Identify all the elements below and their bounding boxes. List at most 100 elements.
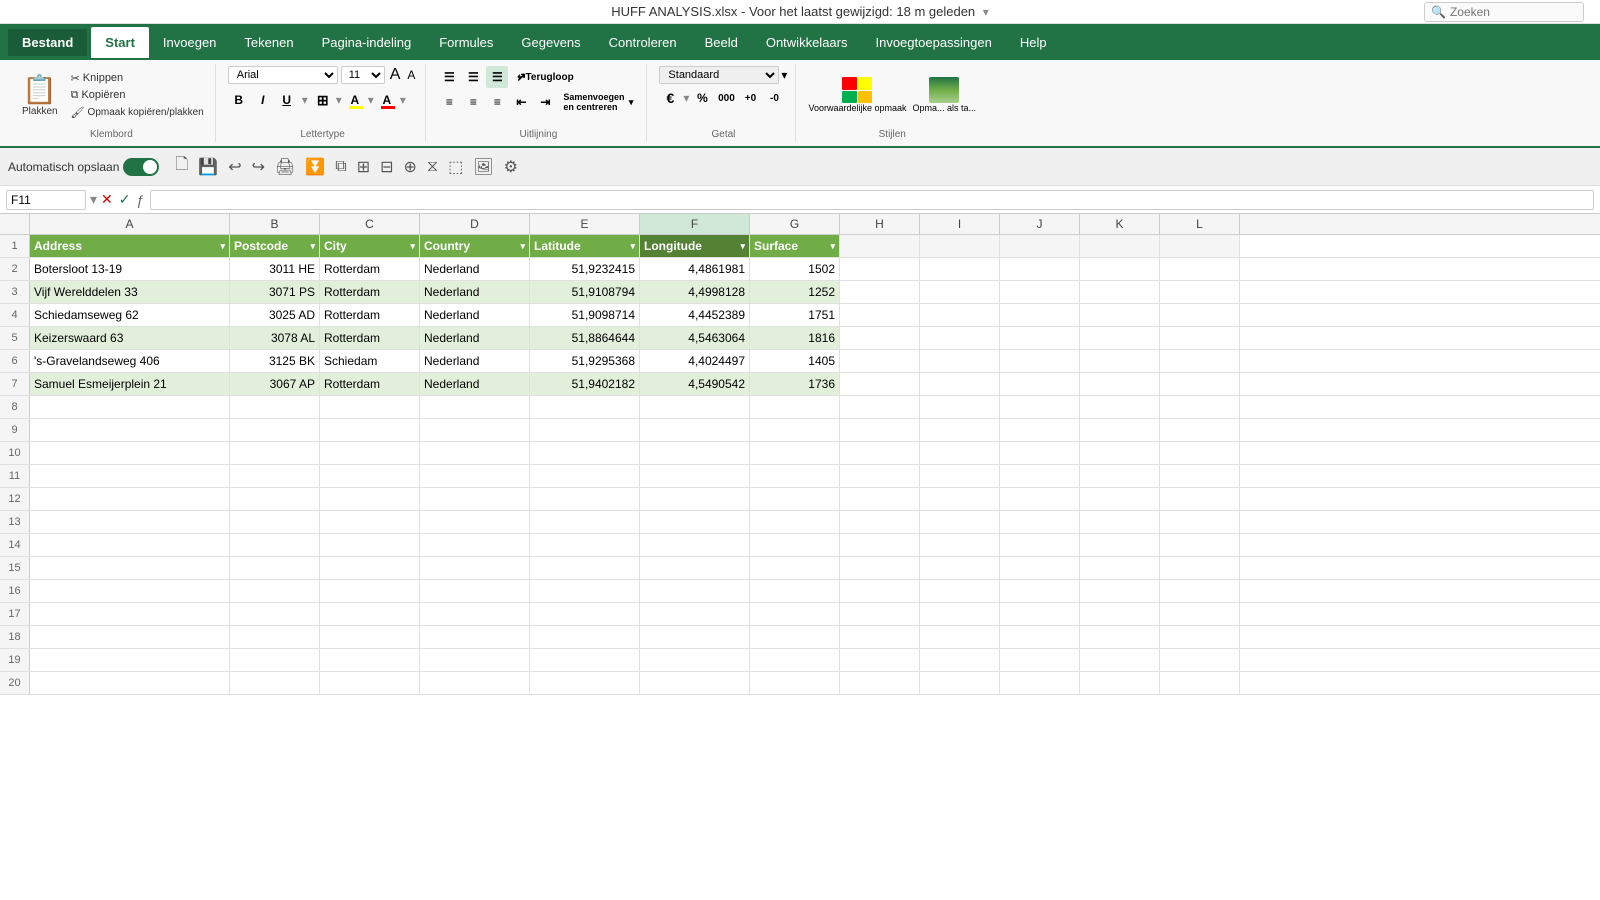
cell-K15[interactable] — [1080, 557, 1160, 579]
cell-C14[interactable] — [320, 534, 420, 556]
cell-H12[interactable] — [840, 488, 920, 510]
cell-B2[interactable]: 3011 HE — [230, 258, 320, 280]
cell-J3[interactable] — [1000, 281, 1080, 303]
cell-H18[interactable] — [840, 626, 920, 648]
cell-E16[interactable] — [530, 580, 640, 602]
samenvoegen-dropdown[interactable]: ▾ — [629, 97, 634, 108]
cell-E7[interactable]: 51,9402182 — [530, 373, 640, 395]
cell-A1[interactable]: Address ▾ — [30, 235, 230, 257]
cell-I4[interactable] — [920, 304, 1000, 326]
cell-G19[interactable] — [750, 649, 840, 671]
cell-C1[interactable]: City ▾ — [320, 235, 420, 257]
cell-F20[interactable] — [640, 672, 750, 694]
cell-C16[interactable] — [320, 580, 420, 602]
cell-F14[interactable] — [640, 534, 750, 556]
cell-E18[interactable] — [530, 626, 640, 648]
cell-L5[interactable] — [1160, 327, 1240, 349]
redo-icon[interactable]: ↪ — [250, 155, 267, 179]
cell-C5[interactable]: Rotterdam — [320, 327, 420, 349]
cell-L4[interactable] — [1160, 304, 1240, 326]
cell-H1[interactable] — [840, 235, 920, 257]
cell-J15[interactable] — [1000, 557, 1080, 579]
cell-I6[interactable] — [920, 350, 1000, 372]
cell-J1[interactable] — [1000, 235, 1080, 257]
cell-E13[interactable] — [530, 511, 640, 533]
tab-invoegen[interactable]: Invoegen — [149, 27, 231, 58]
cell-C19[interactable] — [320, 649, 420, 671]
cell-E15[interactable] — [530, 557, 640, 579]
cell-I14[interactable] — [920, 534, 1000, 556]
cell-H17[interactable] — [840, 603, 920, 625]
cell-L16[interactable] — [1160, 580, 1240, 602]
cell-B15[interactable] — [230, 557, 320, 579]
cell-J14[interactable] — [1000, 534, 1080, 556]
cell-A15[interactable] — [30, 557, 230, 579]
cell-H6[interactable] — [840, 350, 920, 372]
cell-I11[interactable] — [920, 465, 1000, 487]
cell-B14[interactable] — [230, 534, 320, 556]
cell-B1[interactable]: Postcode ▾ — [230, 235, 320, 257]
cell-I3[interactable] — [920, 281, 1000, 303]
cell-C6[interactable]: Schiedam — [320, 350, 420, 372]
filter-G1[interactable]: ▾ — [830, 241, 835, 252]
cell-G15[interactable] — [750, 557, 840, 579]
plakken-button[interactable]: 📋 Plakken — [16, 71, 64, 119]
cell-G14[interactable] — [750, 534, 840, 556]
cell-G1[interactable]: Surface ▾ — [750, 235, 840, 257]
cell-E5[interactable]: 51,8864644 — [530, 327, 640, 349]
cell-L2[interactable] — [1160, 258, 1240, 280]
cell-F12[interactable] — [640, 488, 750, 510]
cell-D11[interactable] — [420, 465, 530, 487]
cell-F15[interactable] — [640, 557, 750, 579]
cell-F7[interactable]: 4,5490542 — [640, 373, 750, 395]
cell-C13[interactable] — [320, 511, 420, 533]
cell-G17[interactable] — [750, 603, 840, 625]
number-format-dropdown[interactable]: ▾ — [781, 68, 787, 82]
col-header-I[interactable]: I — [920, 214, 1000, 234]
font-color-dropdown[interactable]: ▾ — [400, 93, 406, 107]
cell-H15[interactable] — [840, 557, 920, 579]
cell-I18[interactable] — [920, 626, 1000, 648]
cell-J18[interactable] — [1000, 626, 1080, 648]
align-top-center-button[interactable]: ☰ — [462, 66, 484, 88]
cell-J10[interactable] — [1000, 442, 1080, 464]
tab-help[interactable]: Help — [1006, 27, 1061, 58]
filter-E1[interactable]: ▾ — [630, 241, 635, 252]
cell-E9[interactable] — [530, 419, 640, 441]
indent-increase-button[interactable]: ⇥ — [534, 91, 556, 113]
cell-I15[interactable] — [920, 557, 1000, 579]
confirm-formula-icon[interactable]: ✓ — [119, 191, 131, 208]
freeze-icon[interactable]: ⧉ — [333, 156, 348, 178]
cell-F10[interactable] — [640, 442, 750, 464]
tab-pagina[interactable]: Pagina-indeling — [308, 27, 426, 58]
settings-icon[interactable]: ⚙ — [502, 155, 520, 179]
cell-K19[interactable] — [1080, 649, 1160, 671]
cell-I8[interactable] — [920, 396, 1000, 418]
cell-G20[interactable] — [750, 672, 840, 694]
cell-C7[interactable]: Rotterdam — [320, 373, 420, 395]
cell-I1[interactable] — [920, 235, 1000, 257]
italic-button[interactable]: I — [252, 89, 274, 111]
insert-function-icon[interactable]: ƒ — [137, 192, 145, 208]
cell-H10[interactable] — [840, 442, 920, 464]
cell-H9[interactable] — [840, 419, 920, 441]
cell-C3[interactable]: Rotterdam — [320, 281, 420, 303]
col-header-L[interactable]: L — [1160, 214, 1240, 234]
cell-F2[interactable]: 4,4861981 — [640, 258, 750, 280]
dropdown-arrow[interactable]: ▾ — [983, 5, 989, 19]
layout-icon[interactable]: ⧖ — [425, 156, 440, 178]
cell-D15[interactable] — [420, 557, 530, 579]
cell-J17[interactable] — [1000, 603, 1080, 625]
cell-I16[interactable] — [920, 580, 1000, 602]
col-header-K[interactable]: K — [1080, 214, 1160, 234]
cell-C8[interactable] — [320, 396, 420, 418]
cell-C9[interactable] — [320, 419, 420, 441]
border-button[interactable]: ⊞ — [312, 89, 334, 111]
cell-J7[interactable] — [1000, 373, 1080, 395]
cell-B7[interactable]: 3067 AP — [230, 373, 320, 395]
cell-J19[interactable] — [1000, 649, 1080, 671]
outline-icon[interactable]: ⬚ — [446, 155, 465, 179]
cell-D13[interactable] — [420, 511, 530, 533]
samenvoegen-button[interactable]: Samenvoegen en centreren ▾ — [558, 91, 638, 113]
cell-I2[interactable] — [920, 258, 1000, 280]
